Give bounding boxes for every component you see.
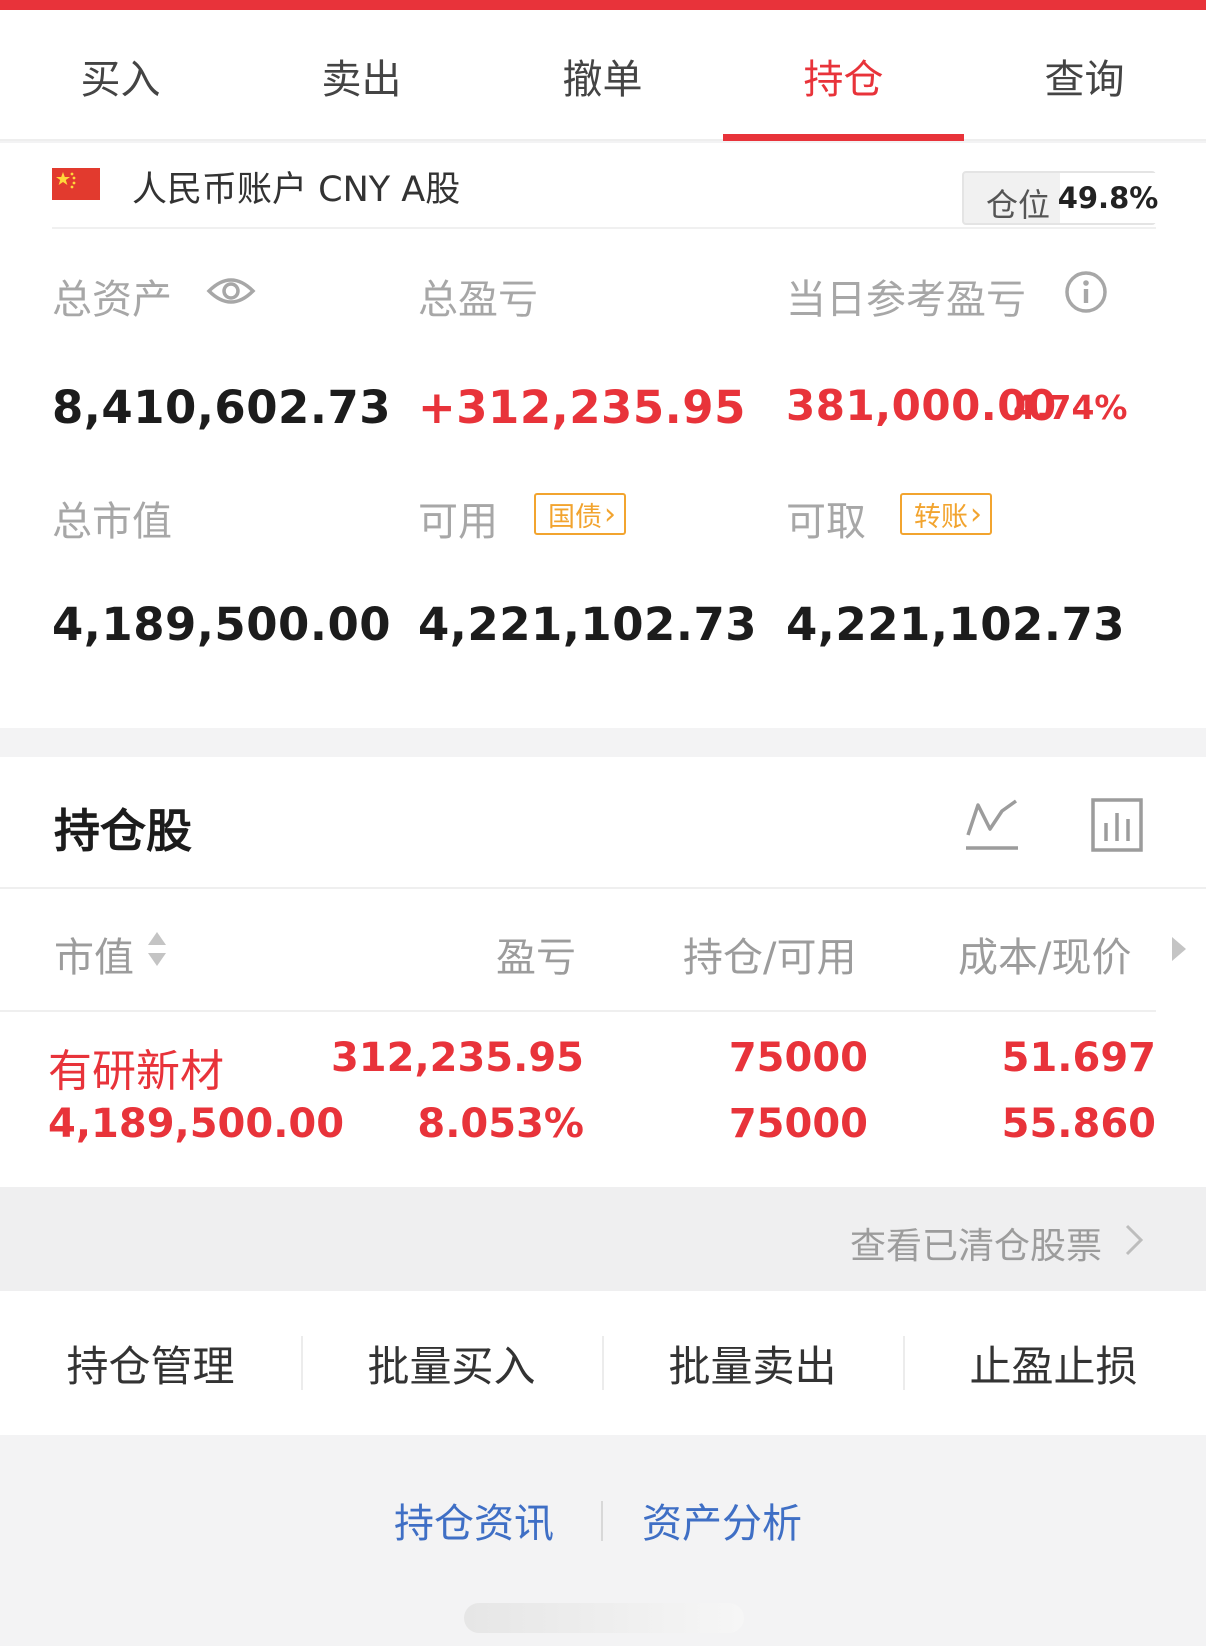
divider <box>0 1010 1156 1012</box>
holding-news-link[interactable]: 持仓资讯 <box>394 1491 554 1549</box>
account-summary: 人民币账户 CNY A股 仓位 49.8% 总资产 总盈亏 当日参考盈亏 8,4… <box>0 143 1206 728</box>
holding-actions-bar: 持仓管理 批量买入 批量卖出 止盈止损 <box>0 1291 1206 1435</box>
tab-buy[interactable]: 买入 <box>0 10 241 141</box>
holdings-section: 持仓股 市值 盈亏 持仓/可用 成本/现价 有研新材 4,189,500.00 … <box>0 757 1206 1187</box>
treasury-bond-label: 国债 <box>548 501 602 533</box>
active-tab-indicator <box>723 134 964 141</box>
scroll-right-icon[interactable] <box>1172 937 1186 961</box>
footer: 持仓资讯 资产分析 <box>0 1435 1206 1646</box>
column-header-pnl[interactable]: 盈亏 <box>496 925 576 983</box>
account-label: 人民币账户 CNY A股 <box>132 170 461 210</box>
total-pnl-value: +312,235.95 <box>418 381 746 434</box>
treasury-bond-button[interactable]: 国债 › <box>534 493 626 535</box>
take-profit-stop-loss-button[interactable]: 止盈止损 <box>903 1291 1204 1435</box>
line-chart-icon[interactable] <box>964 797 1020 857</box>
stock-pnl-percent: 8.053% <box>417 1101 584 1147</box>
position-ratio-value: 49.8% <box>1058 173 1158 223</box>
stock-name: 有研新材 <box>48 1046 224 1097</box>
stock-available: 75000 <box>728 1101 868 1147</box>
transfer-label: 转账 <box>914 501 968 533</box>
available-label: 可用 <box>418 499 498 545</box>
tab-query[interactable]: 查询 <box>964 10 1205 141</box>
position-ratio-label: 仓位 <box>986 186 1051 224</box>
top-accent-bar <box>0 0 1206 10</box>
view-cleared-stocks-label: 查看已清仓股票 <box>849 1226 1102 1267</box>
stock-market-value: 4,189,500.00 <box>48 1101 345 1147</box>
withdrawable-label: 可取 <box>786 499 866 545</box>
batch-buy-button[interactable]: 批量买入 <box>301 1291 602 1435</box>
watermark <box>464 1603 744 1633</box>
info-icon[interactable] <box>1063 269 1109 319</box>
eye-icon[interactable] <box>206 273 256 313</box>
sort-icon[interactable] <box>146 929 168 969</box>
total-pnl-label: 总盈亏 <box>418 277 538 323</box>
account-row[interactable]: 人民币账户 CNY A股 仓位 49.8% <box>52 143 1158 229</box>
stock-position: 75000 <box>728 1035 868 1081</box>
tab-positions[interactable]: 持仓 <box>723 10 964 141</box>
asset-analysis-link[interactable]: 资产分析 <box>642 1491 802 1549</box>
tab-cancel[interactable]: 撤单 <box>482 10 723 141</box>
stock-cost: 51.697 <box>1001 1035 1156 1081</box>
available-value: 4,221,102.73 <box>418 598 758 651</box>
market-value-value: 4,189,500.00 <box>52 598 392 651</box>
bar-chart-icon[interactable] <box>1090 797 1144 857</box>
china-flag-icon <box>52 168 100 200</box>
chevron-right-icon: › <box>604 496 616 532</box>
chevron-right-icon: › <box>970 496 982 532</box>
stock-price: 55.860 <box>1001 1101 1156 1147</box>
trade-tabs: 买入 卖出 撤单 持仓 查询 <box>0 10 1206 141</box>
stock-pnl: 312,235.95 <box>330 1035 584 1081</box>
batch-sell-button[interactable]: 批量卖出 <box>602 1291 903 1435</box>
divider <box>0 887 1206 889</box>
withdrawable-value: 4,221,102.73 <box>786 598 1126 651</box>
column-header-market-value[interactable]: 市值 <box>54 925 134 983</box>
total-assets-value: 8,410,602.73 <box>52 381 392 434</box>
column-header-position-available[interactable]: 持仓/可用 <box>683 925 856 983</box>
position-management-button[interactable]: 持仓管理 <box>0 1291 301 1435</box>
holdings-title: 持仓股 <box>54 804 192 858</box>
divider <box>601 1501 603 1541</box>
market-value-label: 总市值 <box>52 499 172 545</box>
tab-sell[interactable]: 卖出 <box>241 10 482 141</box>
view-cleared-stocks-link[interactable]: 查看已清仓股票 <box>0 1187 1206 1291</box>
column-header-cost-price[interactable]: 成本/现价 <box>958 925 1131 983</box>
total-assets-label: 总资产 <box>52 277 172 323</box>
daily-pnl-percent: 4.74% <box>1013 388 1128 427</box>
chevron-right-icon <box>1124 1223 1144 1261</box>
transfer-button[interactable]: 转账 › <box>900 493 992 535</box>
position-ratio-badge: 仓位 49.8% <box>962 171 1158 225</box>
daily-pnl-label: 当日参考盈亏 <box>786 277 1026 323</box>
